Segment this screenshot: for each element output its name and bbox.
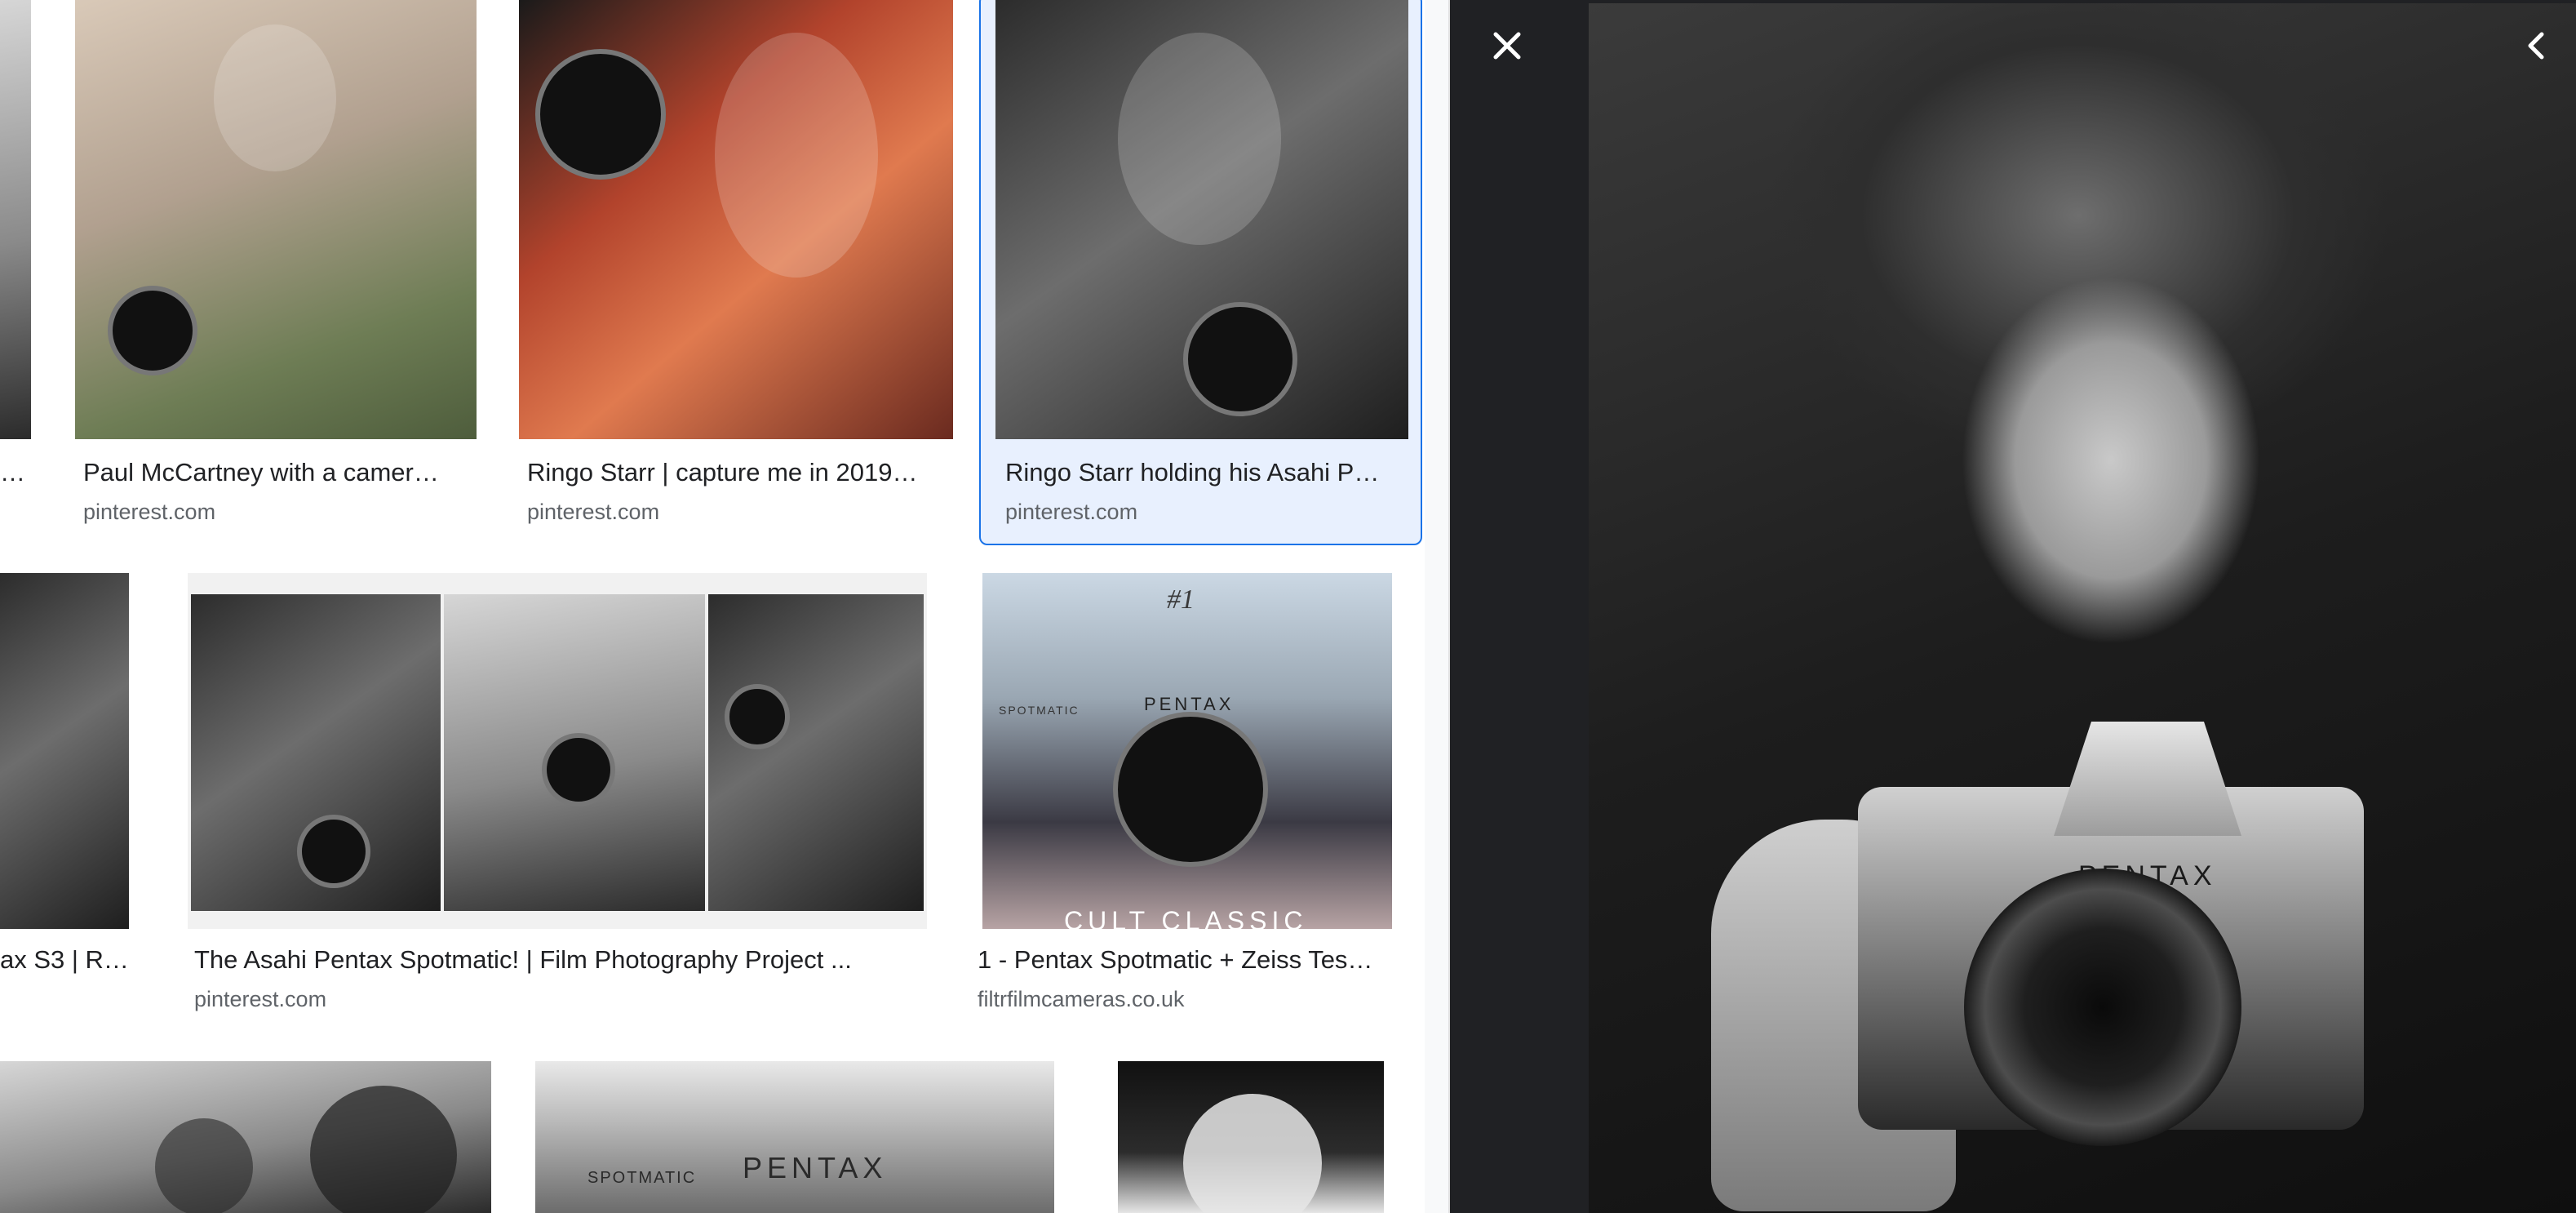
result-title[interactable]: Ringo Starr | capture me in 2019…: [527, 457, 951, 488]
image-preview-panel: PENTAX: [1450, 0, 2576, 1213]
result-thumbnail[interactable]: [188, 573, 927, 929]
result-title[interactable]: …: [0, 457, 24, 488]
photo-subject: [214, 24, 336, 171]
thumbnail-brand: PENTAX: [743, 1151, 888, 1184]
close-button[interactable]: [1450, 20, 1564, 72]
result-thumbnail[interactable]: [0, 1061, 491, 1213]
photo-camera-lens: [1183, 302, 1297, 416]
result-card[interactable]: PENTAX SPOTMATIC: [535, 1061, 1054, 1213]
result-thumbnail[interactable]: [1118, 1061, 1384, 1213]
photo-camera-lens: [1113, 712, 1268, 867]
photo-camera-prism: [2054, 722, 2241, 836]
photo-subject: [310, 1086, 457, 1213]
result-thumbnail[interactable]: [75, 0, 477, 439]
collapse-panel-button[interactable]: [2511, 20, 2563, 72]
result-title[interactable]: 1 - Pentax Spotmatic + Zeiss Tes…: [978, 944, 1400, 975]
preview-image[interactable]: PENTAX: [1589, 3, 2576, 1213]
result-source[interactable]: pinterest.com: [194, 985, 924, 1013]
result-title[interactable]: Paul McCartney with a camer…: [83, 457, 475, 488]
photo-camera-lens: [542, 733, 615, 806]
result-card[interactable]: Ringo Starr | capture me in 2019… pinter…: [519, 0, 953, 539]
result-thumbnail[interactable]: PENTAX SPOTMATIC: [535, 1061, 1054, 1213]
image-results-grid: … Paul McCartney with a camer… pinterest…: [0, 0, 1448, 1213]
photo-camera-lens: [725, 684, 790, 749]
result-thumbnail[interactable]: [519, 0, 953, 439]
panel-gutter: [1425, 0, 1448, 1213]
result-title[interactable]: Ringo Starr holding his Asahi P…: [1005, 457, 1405, 488]
result-source[interactable]: pinterest.com: [1005, 498, 1405, 526]
collage-photo-3: [708, 594, 924, 911]
result-thumbnail[interactable]: [0, 0, 31, 439]
result-thumbnail[interactable]: [995, 0, 1408, 439]
photo-subject: [715, 33, 878, 278]
photo-camera-lens: [535, 49, 666, 180]
photo-camera-lens: [297, 815, 370, 888]
collage-photo-1: [191, 594, 441, 911]
photo-camera-lens: [108, 286, 197, 375]
result-source[interactable]: filtrfilmcameras.co.uk: [978, 985, 1400, 1013]
chevron-left-icon: [2522, 29, 2552, 62]
close-icon: [1491, 29, 1523, 62]
result-card-partial-left[interactable]: ax S3 | R…: [0, 573, 147, 1030]
photo-subject: [1118, 33, 1281, 245]
result-card[interactable]: Paul McCartney with a camer… pinterest.c…: [75, 0, 477, 539]
thumbnail-banner: CULT CLASSIC: [1064, 906, 1308, 929]
result-title[interactable]: The Asahi Pentax Spotmatic! | Film Photo…: [194, 944, 924, 975]
photo-camera-lens: [1964, 869, 2241, 1146]
result-source[interactable]: pinterest.com: [83, 498, 475, 526]
result-title[interactable]: ax S3 | R…: [0, 944, 139, 975]
thumbnail-model: SPOTMATIC: [999, 704, 1080, 717]
result-card[interactable]: The Asahi Pentax Spotmatic! | Film Photo…: [188, 573, 927, 1030]
thumbnail-label: #1: [1167, 584, 1195, 615]
result-card[interactable]: [0, 1061, 493, 1213]
photo-subject: [155, 1118, 253, 1213]
result-thumbnail[interactable]: #1 PENTAX SPOTMATIC CULT CLASSIC: [982, 573, 1392, 929]
result-card-partial-left[interactable]: …: [0, 0, 33, 539]
result-thumbnail[interactable]: [0, 573, 129, 929]
result-card[interactable]: [1097, 1061, 1390, 1213]
collage-photo-2: [444, 594, 705, 911]
result-card[interactable]: #1 PENTAX SPOTMATIC CULT CLASSIC 1 - Pen…: [978, 573, 1402, 1030]
photo-subject: [1183, 1094, 1322, 1213]
result-card-selected[interactable]: Ringo Starr holding his Asahi P… pintere…: [995, 0, 1408, 539]
thumbnail-model: SPOTMATIC: [587, 1169, 697, 1187]
result-source[interactable]: pinterest.com: [527, 498, 951, 526]
